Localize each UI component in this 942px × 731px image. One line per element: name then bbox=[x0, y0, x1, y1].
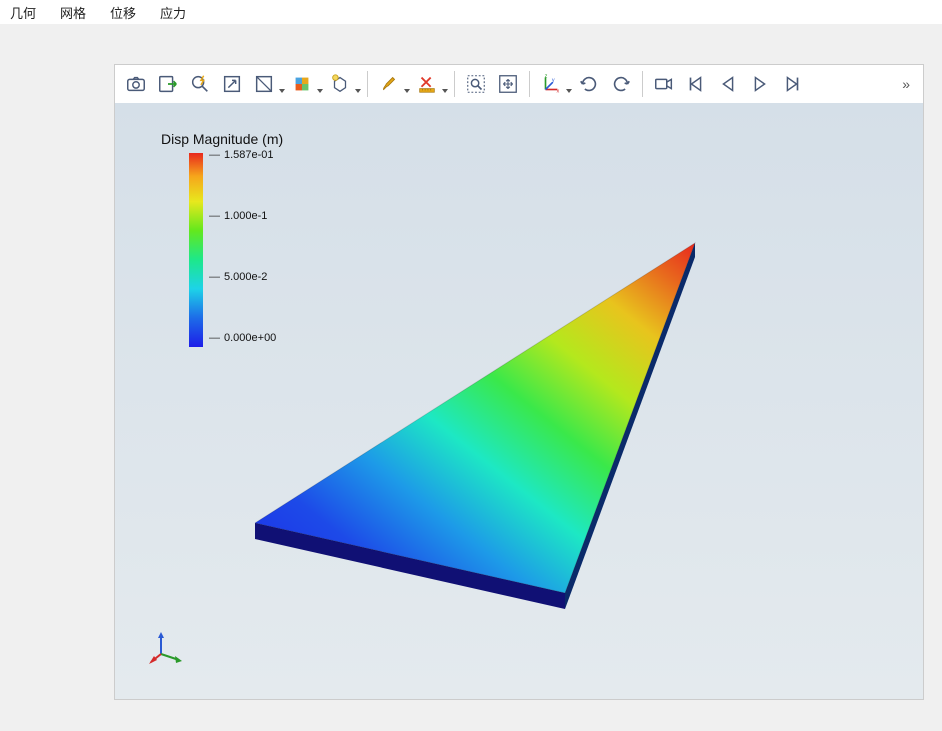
menubar: 几何 网格 位移 应力 bbox=[0, 0, 942, 24]
color-mode-icon[interactable] bbox=[287, 69, 317, 99]
chevron-down-icon[interactable] bbox=[566, 89, 572, 93]
chevron-down-icon[interactable] bbox=[317, 89, 323, 93]
toolbar-separator bbox=[529, 71, 530, 97]
toolbar: z xy bbox=[115, 65, 923, 103]
viewer-panel: z xy bbox=[114, 64, 924, 700]
last-frame-icon[interactable] bbox=[777, 69, 807, 99]
svg-text:y: y bbox=[552, 77, 555, 83]
result-mesh bbox=[225, 193, 785, 623]
menu-geometry[interactable]: 几何 bbox=[10, 3, 36, 22]
toolbar-separator bbox=[642, 71, 643, 97]
chevron-down-icon[interactable] bbox=[279, 89, 285, 93]
menu-displacement[interactable]: 位移 bbox=[110, 3, 136, 22]
axis-triad bbox=[151, 630, 185, 667]
axes-orientation-icon[interactable]: z xy bbox=[536, 69, 566, 99]
legend-title: Disp Magnitude (m) bbox=[161, 131, 283, 147]
legend-colorbar bbox=[189, 153, 203, 347]
export-icon[interactable] bbox=[153, 69, 183, 99]
chevron-down-icon[interactable] bbox=[442, 89, 448, 93]
menu-stress[interactable]: 应力 bbox=[160, 3, 186, 22]
record-icon[interactable] bbox=[649, 69, 679, 99]
lighting-icon[interactable] bbox=[325, 69, 355, 99]
rotate-ccw-icon[interactable] bbox=[606, 69, 636, 99]
svg-text:z: z bbox=[545, 74, 548, 80]
rotate-cw-icon[interactable] bbox=[574, 69, 604, 99]
legend-tick: 1.587e-01 bbox=[209, 149, 274, 161]
fit-view-icon[interactable] bbox=[217, 69, 247, 99]
zoom-auto-icon[interactable] bbox=[185, 69, 215, 99]
toolbar-separator bbox=[454, 71, 455, 97]
render-mode-icon[interactable] bbox=[249, 69, 279, 99]
menu-mesh[interactable]: 网格 bbox=[60, 3, 86, 22]
play-icon[interactable] bbox=[745, 69, 775, 99]
chevron-down-icon[interactable] bbox=[355, 89, 361, 93]
chevron-down-icon[interactable] bbox=[404, 89, 410, 93]
first-frame-icon[interactable] bbox=[681, 69, 711, 99]
clear-measure-icon[interactable] bbox=[412, 69, 442, 99]
prev-frame-icon[interactable] bbox=[713, 69, 743, 99]
zoom-box-icon[interactable] bbox=[461, 69, 491, 99]
screenshot-icon[interactable] bbox=[121, 69, 151, 99]
content-area: z xy bbox=[0, 24, 942, 718]
pan-icon[interactable] bbox=[493, 69, 523, 99]
svg-text:x: x bbox=[557, 88, 560, 94]
brush-icon[interactable] bbox=[374, 69, 404, 99]
viewport-3d[interactable]: Disp Magnitude (m) 1.587e-01 1.000e-1 5.… bbox=[115, 103, 923, 699]
toolbar-overflow[interactable]: » bbox=[902, 76, 917, 92]
toolbar-separator bbox=[367, 71, 368, 97]
